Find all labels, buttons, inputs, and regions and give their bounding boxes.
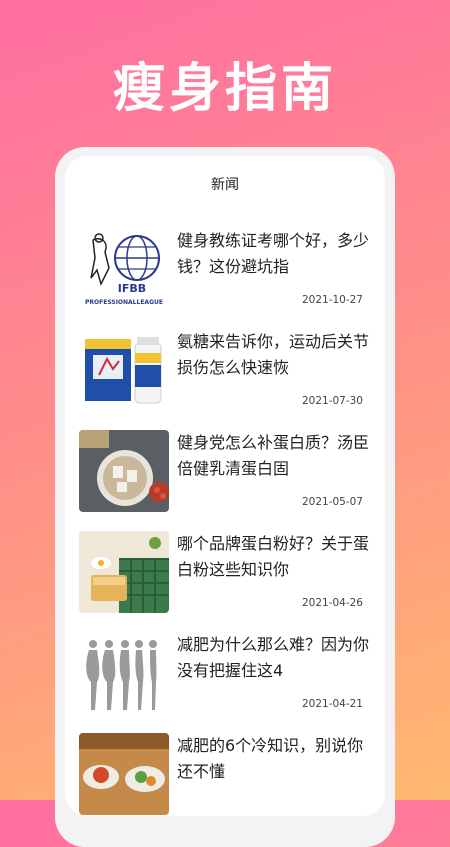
- news-list: IFBB PROFESSIONALLEAGUE 健身教练证考哪个好，多少钱？这份…: [65, 224, 385, 816]
- news-item-date: 2021-07-30: [301, 395, 363, 407]
- news-item-title: 氨糖来告诉你，运动后关节损伤怎么快速恢: [177, 332, 370, 377]
- news-thumbnail-breakfast: [79, 531, 169, 613]
- news-thumbnail-supplement-box: [79, 329, 169, 411]
- phone-screen: 新闻 IFBB PROFESSIONALLEAGUE 健身教练证考哪个好，多少钱…: [65, 156, 385, 816]
- news-item-title: 减肥的6个冷知识，别说你还不懂: [177, 736, 364, 781]
- news-item[interactable]: 氨糖来告诉你，运动后关节损伤怎么快速恢 2021-07-30: [65, 325, 385, 426]
- news-thumbnail-food-bowl: [79, 430, 169, 512]
- page-title: 新闻: [211, 177, 239, 193]
- ifbb-logo-caption: PROFESSIONALLEAGUE: [85, 299, 163, 306]
- news-thumbnail-ifbb-logo: IFBB PROFESSIONALLEAGUE: [79, 228, 169, 310]
- news-item-title: 健身教练证考哪个好，多少钱？这份避坑指: [177, 231, 370, 276]
- news-item-title: 健身党怎么补蛋白质？汤臣倍健乳清蛋白固: [177, 433, 370, 478]
- news-item[interactable]: 健身党怎么补蛋白质？汤臣倍健乳清蛋白固 2021-05-07: [65, 426, 385, 527]
- news-item[interactable]: 减肥为什么那么难？因为你没有把握住这4 2021-04-21: [65, 628, 385, 729]
- news-item[interactable]: 减肥的6个冷知识，别说你还不懂: [65, 729, 385, 816]
- news-item-date: 2021-04-21: [301, 698, 363, 710]
- news-item-title: 哪个品牌蛋白粉好？关于蛋白粉这些知识你: [177, 534, 370, 579]
- news-item-date: 2021-04-26: [301, 597, 363, 609]
- news-item-title: 减肥为什么那么难？因为你没有把握住这4: [177, 635, 370, 680]
- news-item[interactable]: 哪个品牌蛋白粉好？关于蛋白粉这些知识你 2021-04-26: [65, 527, 385, 628]
- news-item-date: 2021-05-07: [301, 496, 363, 508]
- news-thumbnail-body-silhouettes: [79, 632, 169, 714]
- hero-title: 瘦身指南: [112, 59, 337, 119]
- news-item-date: 2021-10-27: [301, 294, 363, 306]
- news-item[interactable]: IFBB PROFESSIONALLEAGUE 健身教练证考哪个好，多少钱？这份…: [65, 224, 385, 325]
- news-thumbnail-meals: [79, 733, 169, 815]
- ifbb-logo-text: IFBB: [118, 282, 146, 295]
